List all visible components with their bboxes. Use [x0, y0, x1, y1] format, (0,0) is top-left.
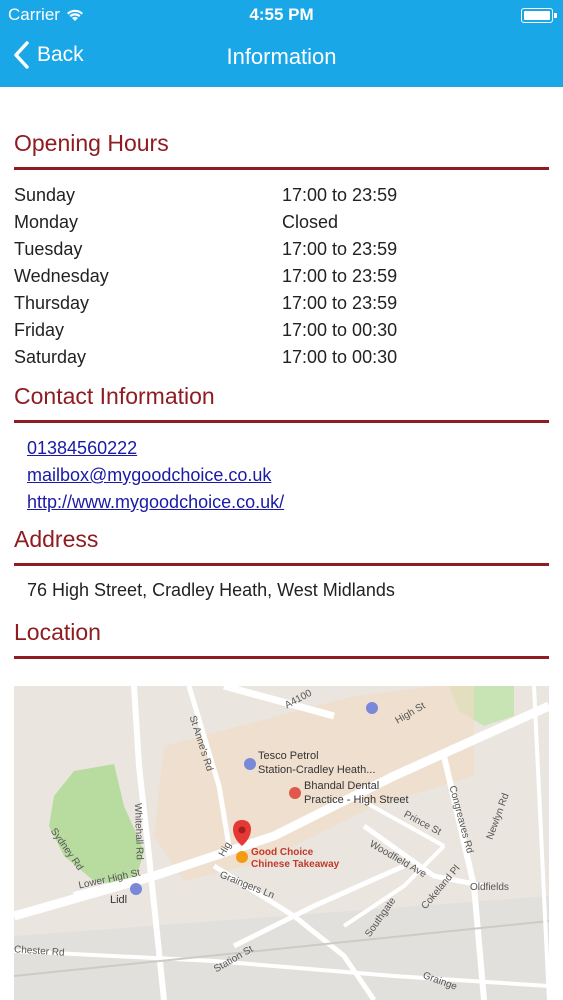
business-pin-label: Good Choice — [251, 847, 314, 858]
address-text: 76 High Street, Cradley Heath, West Midl… — [27, 580, 395, 600]
opening-hours-section: Opening Hours Sunday 17:00 to 23:59 Mond… — [14, 130, 549, 371]
status-bar: Carrier 4:55 PM — [0, 0, 563, 30]
battery-icon — [521, 8, 557, 23]
map-label: Whitehall Rd — [131, 802, 145, 861]
contact-section: Contact Information 01384560222 mailbox@… — [14, 383, 549, 516]
top-bar: Carrier 4:55 PM Back Information — [0, 0, 563, 87]
status-time: 4:55 PM — [249, 5, 314, 24]
divider — [14, 167, 549, 170]
hours-value: 17:00 to 23:59 — [282, 266, 398, 286]
email-link[interactable]: mailbox@mygoodchoice.co.uk — [27, 462, 549, 489]
contact-title: Contact Information — [14, 383, 215, 409]
hours-value: 17:00 to 23:59 — [282, 239, 398, 259]
map-label: Station-Cradley Heath... — [258, 764, 376, 776]
park-area — [49, 764, 144, 886]
contact-links: 01384560222 mailbox@mygoodchoice.co.uk h… — [14, 435, 549, 516]
hours-row: Thursday 17:00 to 23:59 — [14, 290, 549, 317]
hours-day: Friday — [14, 320, 65, 340]
navigation-bar: Back Information — [0, 30, 563, 87]
location-section: Location — [14, 619, 549, 659]
map-label: Lidl — [110, 894, 128, 906]
business-pin-label: Chinese Takeaway — [251, 859, 340, 870]
map-label: Bhandal Dental — [304, 780, 380, 792]
hours-day: Thursday — [14, 293, 90, 313]
location-map[interactable]: A4100 High St St Anne's Rd Tesco Petrol … — [14, 686, 549, 1000]
map-label: Tesco Petrol — [258, 750, 319, 762]
information-content: Opening Hours Sunday 17:00 to 23:59 Mond… — [14, 87, 549, 659]
map-label: Practice - High Street — [304, 794, 409, 806]
hours-value: 17:00 to 23:59 — [282, 293, 398, 313]
shop-icon — [366, 702, 378, 714]
hours-day: Wednesday — [14, 266, 109, 286]
phone-link[interactable]: 01384560222 — [27, 435, 549, 462]
hours-row: Sunday 17:00 to 23:59 — [14, 182, 549, 209]
hours-row: Tuesday 17:00 to 23:59 — [14, 236, 549, 263]
website-link[interactable]: http://www.mygoodchoice.co.uk/ — [27, 489, 549, 516]
divider — [14, 563, 549, 566]
hours-day: Monday — [14, 212, 79, 232]
road — [223, 686, 335, 720]
hours-row: Monday Closed — [14, 209, 549, 236]
map-label: Oldfields — [470, 882, 509, 893]
hours-day: Sunday — [14, 185, 76, 205]
restaurant-icon — [236, 851, 248, 863]
address-section: Address 76 High Street, Cradley Heath, W… — [14, 526, 549, 601]
hours-day: Tuesday — [14, 239, 83, 259]
page-title: Information — [226, 44, 337, 69]
hours-row: Saturday 17:00 to 00:30 — [14, 344, 549, 371]
hours-value: 17:00 to 00:30 — [282, 320, 398, 340]
hours-value: 17:00 to 00:30 — [282, 347, 398, 367]
divider — [14, 656, 549, 659]
hours-value: Closed — [282, 212, 339, 232]
address-title: Address — [14, 526, 99, 552]
dental-icon — [289, 787, 301, 799]
opening-hours-table: Sunday 17:00 to 23:59 Monday Closed Tues… — [14, 182, 549, 371]
hours-row: Friday 17:00 to 00:30 — [14, 317, 549, 344]
hours-day: Saturday — [14, 347, 87, 367]
shop-icon — [130, 883, 142, 895]
fuel-station-icon — [244, 758, 256, 770]
divider — [14, 420, 549, 423]
hours-value: 17:00 to 23:59 — [282, 185, 398, 205]
hours-row: Wednesday 17:00 to 23:59 — [14, 263, 549, 290]
opening-hours-title: Opening Hours — [14, 130, 169, 156]
location-title: Location — [14, 619, 101, 645]
